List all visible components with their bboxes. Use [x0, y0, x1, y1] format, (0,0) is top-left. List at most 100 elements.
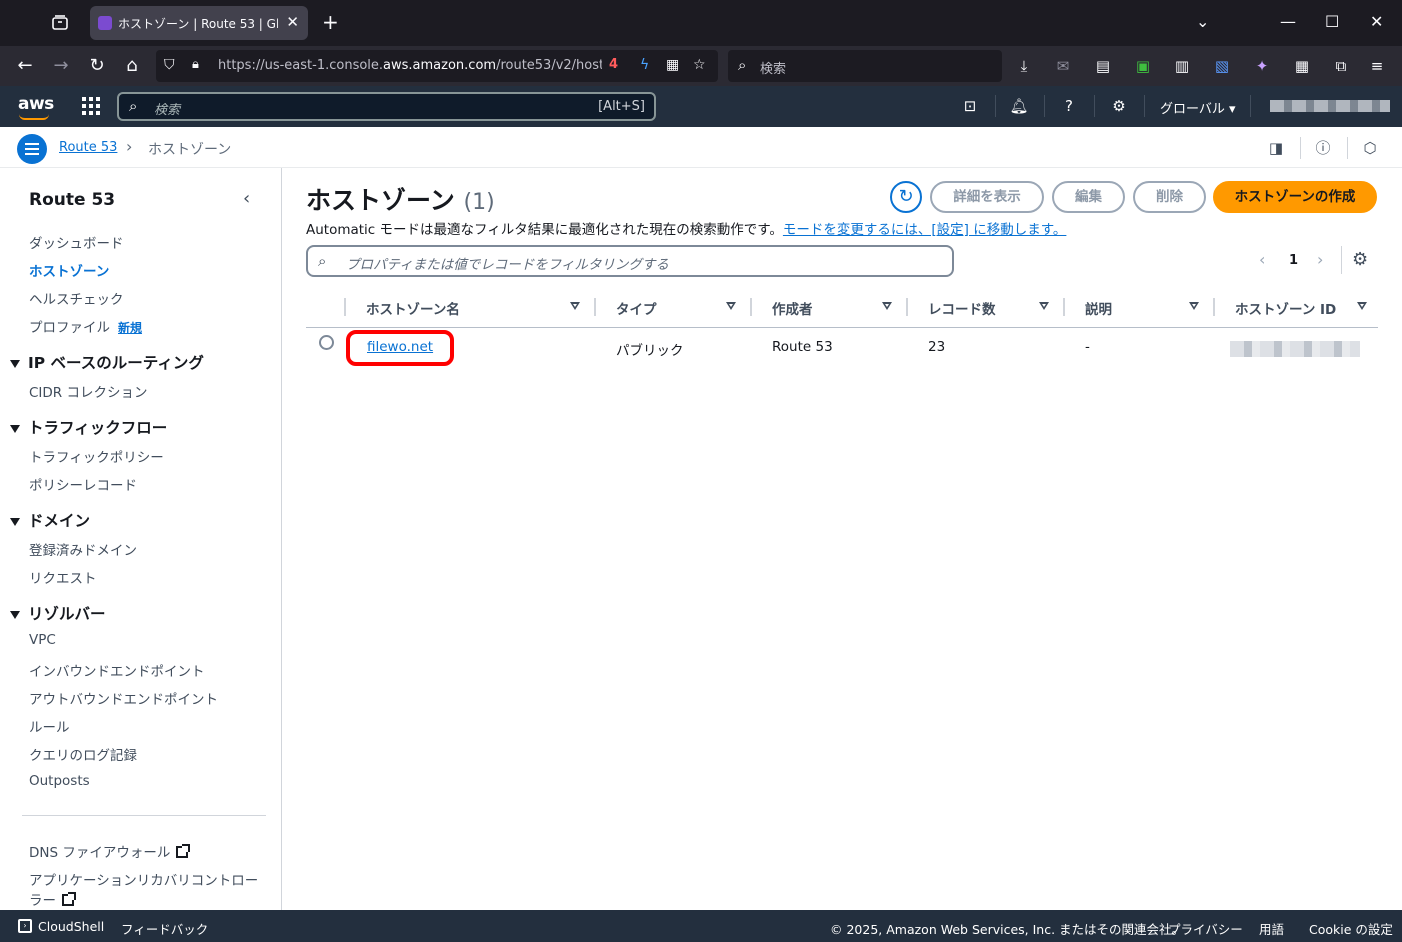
- sort-icon[interactable]: [1189, 302, 1199, 310]
- translate-icon[interactable]: ▧: [1212, 56, 1232, 76]
- column-header-description[interactable]: 説明: [1085, 298, 1112, 318]
- services-grid-icon[interactable]: [82, 97, 100, 115]
- url-bar[interactable]: ⛉ 🔒︎ https://us-east-1.console.aws.amazo…: [156, 50, 718, 82]
- sidebar-item-profiles[interactable]: プロファイル 新規: [29, 316, 142, 336]
- breadcrumb-route53[interactable]: Route 53: [59, 140, 117, 155]
- forward-icon[interactable]: →: [50, 55, 72, 77]
- sort-icon[interactable]: [1357, 302, 1367, 310]
- sidebar-item-hosted-zones[interactable]: ホストゾーン: [29, 260, 109, 280]
- menu-icon[interactable]: ≡: [1367, 56, 1387, 76]
- column-header-name[interactable]: ホストゾーン名: [366, 298, 460, 318]
- sidebar-item-rules[interactable]: ルール: [29, 716, 70, 736]
- tab-list-icon[interactable]: [50, 13, 70, 33]
- column-header-type[interactable]: タイプ: [616, 298, 657, 318]
- reload-icon[interactable]: ↻: [86, 55, 108, 77]
- row-select-radio[interactable]: [319, 335, 334, 350]
- help-icon[interactable]: ?: [1058, 95, 1080, 117]
- close-window-icon[interactable]: ✕: [1370, 12, 1383, 31]
- privacy-link[interactable]: プライバシー: [1168, 919, 1243, 938]
- sidebar-item-health-checks[interactable]: ヘルスチェック: [29, 288, 124, 308]
- filter-input[interactable]: ⌕ プロパティまたは値でレコードをフィルタリングする: [306, 245, 954, 277]
- delete-button[interactable]: 削除: [1133, 181, 1206, 213]
- sidebar-item-recovery-controller-cont[interactable]: ラー: [29, 889, 76, 909]
- sort-icon[interactable]: [1039, 302, 1049, 310]
- prev-page-icon[interactable]: ‹: [1259, 250, 1265, 269]
- cookie-settings-link[interactable]: Cookie の設定: [1309, 919, 1393, 938]
- shield-icon[interactable]: ⛉: [164, 57, 175, 73]
- info-icon[interactable]: ⓘ: [1313, 138, 1333, 158]
- split-panel-icon[interactable]: ◨: [1266, 138, 1286, 158]
- cloudshell-link[interactable]: CloudShell: [38, 919, 104, 934]
- url-text[interactable]: https://us-east-1.console.aws.amazon.com…: [218, 58, 602, 73]
- qr-icon[interactable]: ▦: [666, 57, 679, 73]
- download-icon[interactable]: ⤓: [1014, 56, 1034, 76]
- bookmark-star-icon[interactable]: ☆: [693, 57, 706, 73]
- region-selector[interactable]: グローバル ▾: [1160, 98, 1236, 117]
- sidebar-item-policy-records[interactable]: ポリシーレコード: [29, 474, 137, 494]
- sort-icon[interactable]: [726, 302, 736, 310]
- next-page-icon[interactable]: ›: [1317, 250, 1323, 269]
- back-icon[interactable]: ←: [14, 55, 36, 77]
- sidebar-item-recovery-controller[interactable]: アプリケーションリカバリコントロー: [29, 869, 258, 889]
- account-menu-redacted[interactable]: [1270, 100, 1390, 112]
- bell-icon[interactable]: 🔔︎: [1008, 95, 1030, 117]
- aws-search-input[interactable]: ⌕ 検索 [Alt+S]: [117, 92, 656, 121]
- sidebar-title[interactable]: Route 53: [29, 190, 115, 210]
- sort-icon[interactable]: [882, 302, 892, 310]
- browser-search-box[interactable]: ⌕ 検索: [728, 50, 1002, 82]
- mail-icon[interactable]: ✉: [1053, 56, 1073, 76]
- change-mode-link[interactable]: モードを変更するには、[設定] に移動します。: [783, 222, 1066, 238]
- browser-tab-active[interactable]: ホストゾーン | Route 53 | Global ✕: [90, 6, 308, 40]
- page-number[interactable]: 1: [1289, 253, 1298, 268]
- close-tab-icon[interactable]: ✕: [286, 13, 299, 31]
- feedback-link[interactable]: フィードバック: [121, 919, 208, 938]
- cloudshell-icon[interactable]: ⊡: [959, 95, 981, 117]
- home-icon[interactable]: ⌂: [121, 55, 143, 77]
- extension-icon[interactable]: ✦: [1252, 56, 1272, 76]
- sidebar-item-query-logging[interactable]: クエリのログ記録: [29, 744, 137, 764]
- edit-button[interactable]: 編集: [1052, 181, 1125, 213]
- new-tab-icon[interactable]: +: [322, 10, 339, 34]
- sidebar-item-vpc[interactable]: VPC: [29, 632, 56, 648]
- column-header-zone-id[interactable]: ホストゾーン ID: [1235, 298, 1336, 318]
- refresh-button[interactable]: ↻: [890, 181, 922, 213]
- terms-link[interactable]: 用語: [1259, 919, 1284, 938]
- gear-icon[interactable]: ⚙: [1108, 95, 1130, 117]
- table-row[interactable]: filewo.net パブリック Route 53 23 -: [306, 329, 1378, 369]
- extension-icon[interactable]: 4: [609, 57, 618, 72]
- sidebar-item-inbound-endpoints[interactable]: インバウンドエンドポイント: [29, 660, 205, 680]
- sidebar-item-cidr[interactable]: CIDR コレクション: [29, 381, 147, 401]
- lock-icon[interactable]: 🔒︎: [192, 57, 199, 72]
- hexagon-icon[interactable]: ⬡: [1360, 138, 1380, 158]
- minimize-icon[interactable]: —: [1280, 12, 1296, 31]
- sidebar-group-domains[interactable]: ドメイン: [10, 509, 90, 531]
- sidebar-item-traffic-policies[interactable]: トラフィックポリシー: [29, 446, 164, 466]
- aws-logo[interactable]: aws: [18, 94, 54, 120]
- chevron-left-icon[interactable]: ‹: [243, 188, 250, 209]
- sidebar-group-resolver[interactable]: リゾルバー: [10, 602, 106, 624]
- bolt-icon[interactable]: ϟ: [640, 57, 649, 73]
- extension-icon[interactable]: ▤: [1093, 56, 1113, 76]
- chevron-down-icon[interactable]: ⌄: [1196, 12, 1209, 31]
- apps-icon[interactable]: ▦: [1292, 56, 1312, 76]
- view-details-button[interactable]: 詳細を表示: [930, 181, 1044, 213]
- sidebar-item-dashboard[interactable]: ダッシュボード: [29, 232, 124, 252]
- download-green-icon[interactable]: ▣: [1133, 56, 1153, 76]
- sidebar-item-dns-firewall[interactable]: DNS ファイアウォール: [29, 841, 191, 861]
- column-header-records[interactable]: レコード数: [928, 298, 996, 318]
- sort-icon[interactable]: [570, 302, 580, 310]
- create-hosted-zone-button[interactable]: ホストゾーンの作成: [1213, 181, 1377, 213]
- gear-icon[interactable]: ⚙: [1352, 249, 1368, 270]
- sidebar-item-outposts[interactable]: Outposts: [29, 773, 90, 789]
- sidebar-item-outbound-endpoints[interactable]: アウトバウンドエンドポイント: [29, 688, 218, 708]
- cloudshell-icon[interactable]: ›: [18, 919, 32, 933]
- sidebar-group-ip-routing[interactable]: IP ベースのルーティング: [10, 351, 204, 373]
- sidebar-item-requests[interactable]: リクエスト: [29, 567, 97, 587]
- column-header-created-by[interactable]: 作成者: [772, 298, 813, 318]
- sidebar-group-traffic-flow[interactable]: トラフィックフロー: [10, 416, 167, 438]
- hamburger-menu-icon[interactable]: [17, 134, 47, 164]
- clipboard-icon[interactable]: ▥: [1172, 56, 1192, 76]
- maximize-icon[interactable]: ☐: [1325, 12, 1339, 31]
- sidebar-item-registered-domains[interactable]: 登録済みドメイン: [29, 539, 137, 559]
- puzzle-icon[interactable]: ⧉: [1331, 56, 1351, 76]
